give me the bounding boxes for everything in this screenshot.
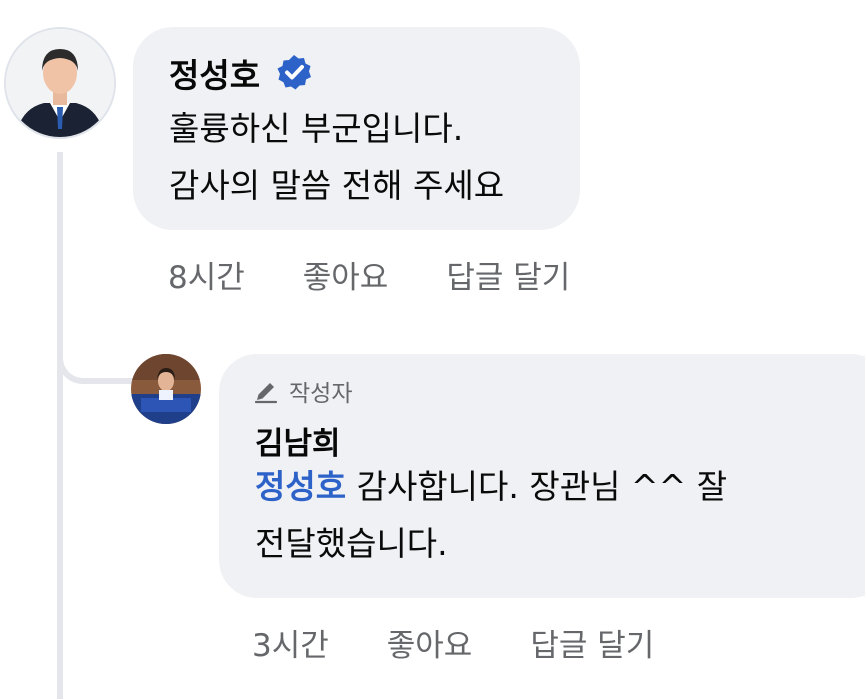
reply-like-button[interactable]: 좋아요 bbox=[387, 620, 473, 665]
reply-text: 정성호 감사합니다. 장관님 ^^ 잘 전달했습니다. bbox=[255, 458, 815, 572]
comment-text: 훌륭하신 부군입니다. 감사의 말씀 전해 주세요 bbox=[169, 100, 504, 214]
reply-actions: 3시간 좋아요 답글 달기 bbox=[252, 620, 654, 665]
reply-text-segment: 감사합니다. 장관님 ^^ 잘 bbox=[346, 467, 728, 506]
author-badge-label: 작성자 bbox=[289, 381, 353, 407]
verified-badge-icon bbox=[277, 55, 311, 90]
comment-bubble: 정성호 훌륭하신 부군입니다. 감사의 말씀 전해 주세요 bbox=[133, 27, 580, 230]
reply-button[interactable]: 답글 달기 bbox=[446, 252, 570, 297]
reply-timestamp[interactable]: 3시간 bbox=[252, 620, 329, 665]
reply-text-line: 전달했습니다. bbox=[255, 524, 448, 563]
like-button[interactable]: 좋아요 bbox=[303, 252, 389, 297]
author-badge: 작성자 bbox=[253, 374, 352, 408]
comment-text-line: 훌륭하신 부군입니다. bbox=[169, 109, 464, 148]
pencil-icon bbox=[254, 383, 278, 404]
reply-author-avatar[interactable] bbox=[131, 354, 201, 424]
thread-connector bbox=[57, 318, 139, 384]
reply-author[interactable]: 김남희 bbox=[255, 418, 341, 463]
reply-bubble: 작성자 김남희 정성호 감사합니다. 장관님 ^^ 잘 전달했습니다. bbox=[219, 354, 865, 598]
commenter-avatar[interactable] bbox=[4, 27, 116, 139]
comment-timestamp[interactable]: 8시간 bbox=[168, 252, 245, 297]
thread-line bbox=[57, 152, 63, 699]
mention-link[interactable]: 정성호 bbox=[255, 467, 346, 506]
comment-author[interactable]: 정성호 bbox=[169, 49, 260, 97]
comment-actions: 8시간 좋아요 답글 달기 bbox=[168, 252, 570, 297]
comment-text-line: 감사의 말씀 전해 주세요 bbox=[169, 166, 505, 205]
reply-reply-button[interactable]: 답글 달기 bbox=[530, 620, 654, 665]
reply-text-line: 정성호 감사합니다. 장관님 ^^ 잘 bbox=[255, 458, 815, 515]
